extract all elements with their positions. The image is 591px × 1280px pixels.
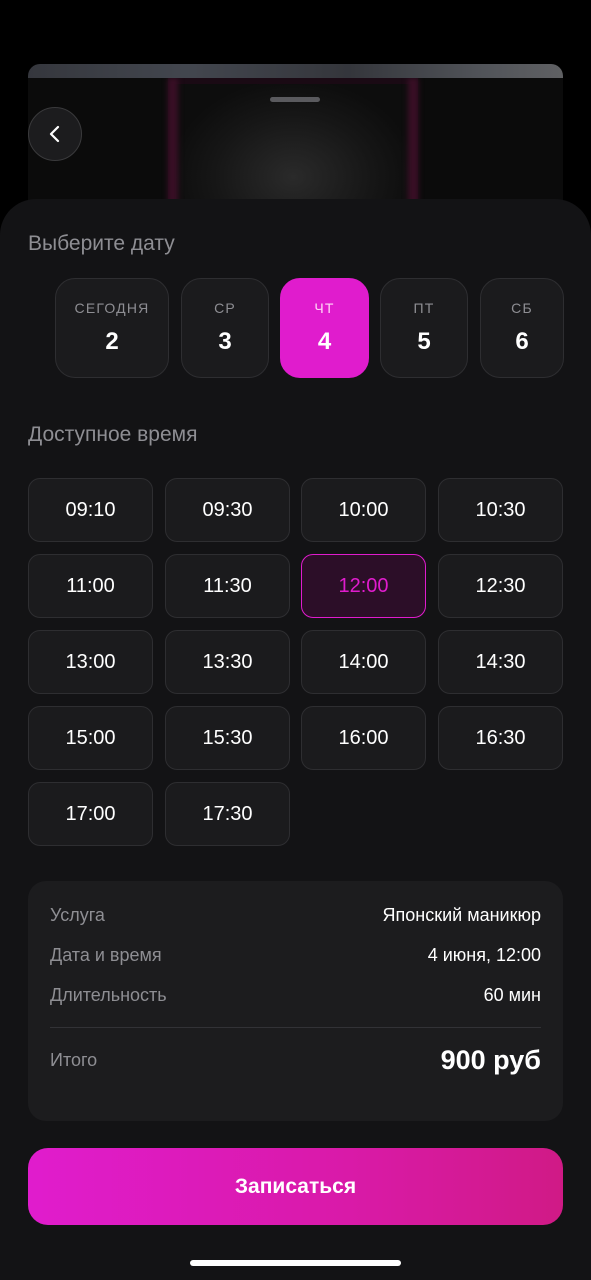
booking-summary: Услуга Японский маникюр Дата и время 4 и… xyxy=(28,881,563,1121)
date-card-today[interactable]: СЕГОДНЯ 2 xyxy=(55,278,169,378)
booking-sheet: Выберите дату СЕГОДНЯ 2 СР 3 ЧТ 4 ПТ 5 С… xyxy=(0,199,591,1280)
summary-row-duration: Длительность 60 мин xyxy=(50,985,541,1006)
date-card-number: 5 xyxy=(417,328,431,355)
date-card-weekday: СЕГОДНЯ xyxy=(74,300,150,316)
time-slot[interactable]: 14:30 xyxy=(438,630,563,694)
total-value: 900 руб xyxy=(440,1045,541,1075)
summary-row-datetime: Дата и время 4 июня, 12:00 xyxy=(50,945,541,966)
time-slot[interactable]: 09:30 xyxy=(165,478,290,542)
summary-label: Длительность xyxy=(50,985,167,1005)
date-card-thu[interactable]: ЧТ 4 xyxy=(280,278,369,378)
time-slot[interactable]: 11:30 xyxy=(165,554,290,618)
time-slot[interactable]: 13:30 xyxy=(165,630,290,694)
date-card-number: 2 xyxy=(105,328,119,355)
book-button[interactable]: Записаться xyxy=(28,1148,563,1225)
date-card-weekday: СБ xyxy=(511,300,533,316)
time-slot[interactable]: 11:00 xyxy=(28,554,153,618)
time-slot[interactable]: 09:10 xyxy=(28,478,153,542)
summary-value: Японский маникюр xyxy=(382,905,541,925)
total-label: Итого xyxy=(50,1050,98,1070)
chevron-left-icon xyxy=(49,125,60,143)
time-slot[interactable]: 12:30 xyxy=(438,554,563,618)
sheet-grabber[interactable] xyxy=(270,97,320,102)
summary-row-service: Услуга Японский маникюр xyxy=(50,905,541,926)
back-button[interactable] xyxy=(28,107,82,161)
summary-label: Услуга xyxy=(50,905,105,925)
date-card-number: 4 xyxy=(317,328,332,355)
time-section-title: Доступное время xyxy=(28,423,198,446)
time-slot[interactable]: 10:30 xyxy=(438,478,563,542)
summary-value: 60 мин xyxy=(483,985,541,1005)
booking-screen: Выберите дату СЕГОДНЯ 2 СР 3 ЧТ 4 ПТ 5 С… xyxy=(0,0,591,1280)
date-card-wed[interactable]: СР 3 xyxy=(181,278,269,378)
time-slot[interactable]: 10:00 xyxy=(301,478,426,542)
time-slot[interactable]: 16:00 xyxy=(301,706,426,770)
summary-divider xyxy=(50,1027,541,1028)
date-card-number: 3 xyxy=(218,328,232,355)
date-card-weekday: СР xyxy=(214,300,236,316)
time-slot[interactable]: 14:00 xyxy=(301,630,426,694)
date-section-title: Выберите дату xyxy=(28,232,175,255)
time-slot[interactable]: 15:30 xyxy=(165,706,290,770)
date-picker: СЕГОДНЯ 2 СР 3 ЧТ 4 ПТ 5 СБ 6 xyxy=(0,278,591,378)
date-card-weekday: ПТ xyxy=(413,300,435,316)
summary-label: Дата и время xyxy=(50,945,162,965)
time-slot-selected[interactable]: 12:00 xyxy=(301,554,426,618)
summary-value: 4 июня, 12:00 xyxy=(427,945,541,965)
time-slot[interactable]: 17:30 xyxy=(165,782,290,846)
time-slot[interactable]: 13:00 xyxy=(28,630,153,694)
time-slot[interactable]: 16:30 xyxy=(438,706,563,770)
summary-total-row: Итого 900 руб xyxy=(50,1045,541,1076)
home-indicator xyxy=(190,1260,401,1266)
date-card-number: 6 xyxy=(515,328,529,355)
date-card-fri[interactable]: ПТ 5 xyxy=(380,278,468,378)
time-slot[interactable]: 17:00 xyxy=(28,782,153,846)
date-card-weekday: ЧТ xyxy=(314,300,335,316)
time-slot[interactable]: 15:00 xyxy=(28,706,153,770)
date-card-sat[interactable]: СБ 6 xyxy=(480,278,564,378)
